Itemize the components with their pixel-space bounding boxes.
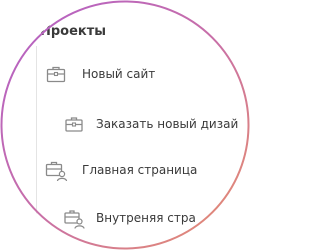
project-item-label: Главная страница bbox=[82, 163, 198, 177]
tree-guide-line bbox=[36, 46, 37, 250]
project-item-label: Новый сайт bbox=[82, 67, 156, 81]
briefcase-user-icon bbox=[45, 161, 68, 182]
briefcase-icon bbox=[46, 66, 66, 83]
projects-heading: Проекты bbox=[40, 24, 107, 39]
project-item-label: Заказать новый дизай bbox=[96, 117, 239, 131]
project-item-main-page[interactable]: Главная страница bbox=[44, 158, 197, 182]
briefcase-icon bbox=[65, 117, 83, 132]
briefcase-user-icon bbox=[64, 210, 85, 229]
project-item-inner-page[interactable]: Внутреняя стра bbox=[62, 206, 196, 230]
project-item-label: Внутреняя стра bbox=[96, 211, 196, 225]
project-item-new-site[interactable]: Новый сайт bbox=[44, 62, 155, 86]
circle-viewport: Проекты Новый сайт Заказать новый дизай … bbox=[0, 0, 250, 250]
project-item-order-design[interactable]: Заказать новый дизай bbox=[62, 112, 238, 136]
